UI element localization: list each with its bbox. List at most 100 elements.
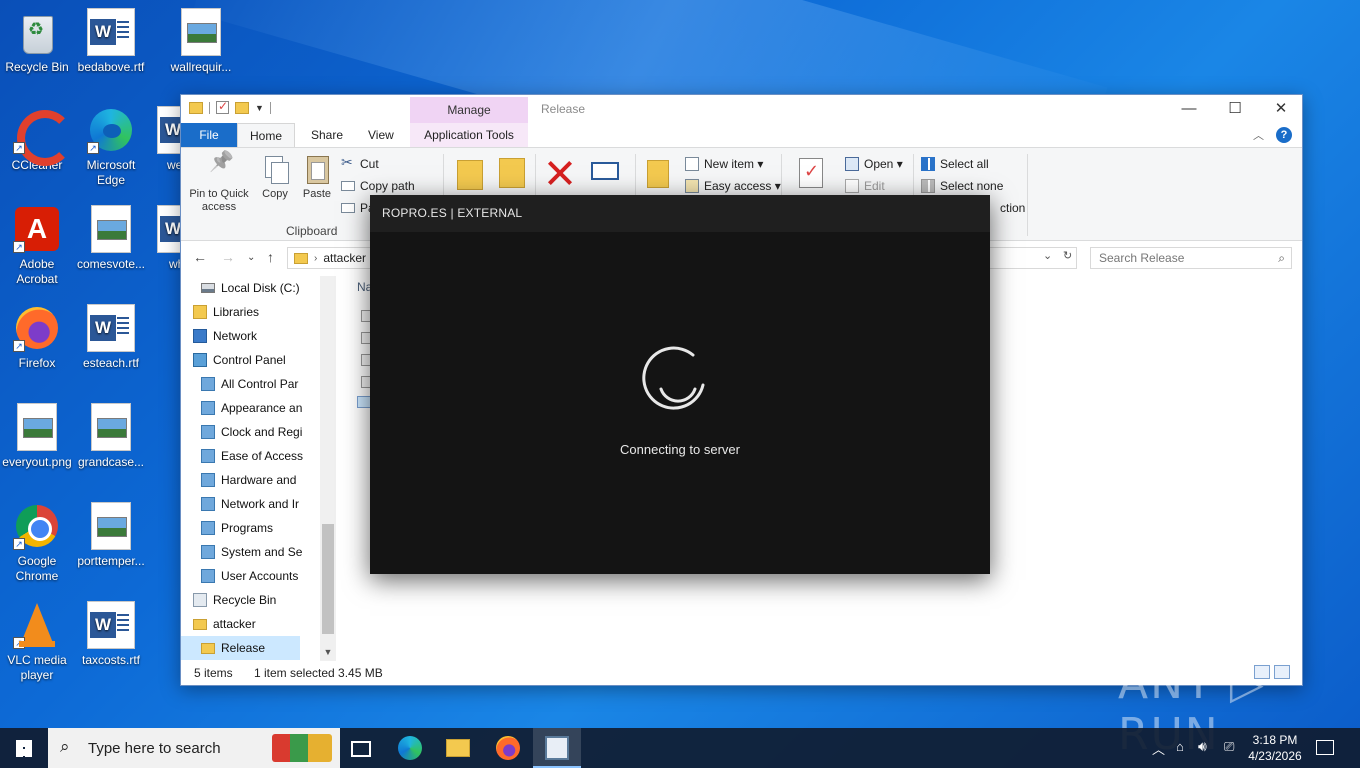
item-count: 5 items: [194, 666, 233, 680]
taskbar-firefox[interactable]: [484, 728, 532, 768]
desktop-icon[interactable]: taxcosts.rtf: [74, 601, 148, 668]
forward-arrow-icon[interactable]: →: [221, 249, 235, 265]
open-icon: [845, 157, 859, 171]
help-icon[interactable]: ?: [1276, 127, 1292, 143]
desktop-icon[interactable]: comesvote...: [74, 205, 148, 272]
navigation-pane[interactable]: Local Disk (C:) Libraries Network Control P…: [181, 276, 336, 661]
tab-application-tools[interactable]: Application Tools: [410, 123, 528, 147]
desktop-icon[interactable]: ↗ CCleaner: [0, 106, 74, 173]
cut-button[interactable]: Cut: [341, 154, 379, 174]
nav-item-label: attacker: [213, 617, 256, 631]
desktop-icon-label: taxcosts.rtf: [81, 653, 140, 667]
nav-item-label: Local Disk (C:): [221, 281, 300, 295]
nav-item[interactable]: User Accounts: [181, 564, 336, 588]
desktop-icon[interactable]: Recycle Bin: [0, 8, 74, 75]
copy-path-button[interactable]: Copy path: [341, 176, 415, 196]
new-folder-icon[interactable]: [235, 101, 249, 114]
taskbar-search-box[interactable]: ⌕ Type here to search: [48, 728, 340, 768]
desktop-icon[interactable]: everyout.png: [0, 403, 74, 470]
nav-item[interactable]: All Control Par: [181, 372, 336, 396]
tab-share[interactable]: Share: [299, 123, 355, 147]
recent-locations-icon[interactable]: ⌄: [247, 252, 255, 263]
tab-home[interactable]: Home: [237, 123, 296, 147]
nav-item[interactable]: Programs: [181, 516, 336, 540]
dialog-message: Connecting to server: [620, 442, 740, 457]
desktop-icon[interactable]: ↗ Google Chrome: [0, 502, 74, 584]
nav-item[interactable]: Network: [181, 324, 336, 348]
new-folder-icon[interactable]: [647, 160, 669, 188]
edge-icon: ↗: [87, 106, 135, 154]
image-file-icon: [17, 403, 57, 451]
tab-file[interactable]: File: [181, 123, 237, 147]
nav-scrollbar[interactable]: ▼: [320, 276, 336, 661]
nav-item[interactable]: Clock and Regi: [181, 420, 336, 444]
desktop-icon[interactable]: bedabove.rtf: [74, 8, 148, 75]
nav-item[interactable]: Libraries: [181, 300, 336, 324]
start-button[interactable]: [0, 728, 48, 768]
select-all-icon: [921, 157, 935, 171]
move-to-icon[interactable]: [457, 160, 483, 190]
properties-icon[interactable]: [799, 158, 823, 188]
refresh-icon[interactable]: ↻: [1063, 249, 1072, 262]
nav-item[interactable]: attacker: [181, 612, 336, 636]
nav-scrollbar-thumb[interactable]: [322, 524, 334, 634]
show-hidden-icons-icon[interactable]: ︿: [1152, 739, 1165, 768]
taskbar-active-app[interactable]: [533, 728, 581, 768]
network-icon[interactable]: ⎚: [1224, 739, 1234, 768]
collapse-ribbon-icon[interactable]: ︿: [1253, 127, 1264, 143]
edit-button[interactable]: Edit: [845, 176, 885, 196]
maximize-button[interactable]: ☐: [1212, 95, 1258, 123]
scroll-down-icon[interactable]: ▼: [320, 647, 336, 657]
rename-icon[interactable]: [591, 162, 619, 180]
delete-icon[interactable]: [545, 158, 575, 188]
select-all-button[interactable]: Select all: [921, 154, 989, 174]
desktop-icon[interactable]: ↗ Microsoft Edge: [74, 106, 148, 188]
pin-quick-access-button[interactable]: Pin to Quick access: [187, 154, 251, 214]
taskbar-search-placeholder: Type here to search: [88, 740, 221, 757]
system-clock[interactable]: 3:18 PM 4/23/2026: [1246, 732, 1304, 764]
desktop-icon[interactable]: esteach.rtf: [74, 304, 148, 371]
desktop-icon[interactable]: ↗ VLC media player: [0, 601, 74, 683]
title-bar[interactable]: ▼ Manage Release — ☐ ✕: [181, 95, 1302, 123]
properties-icon[interactable]: [216, 99, 229, 114]
copy-button[interactable]: Copy: [257, 154, 293, 201]
new-item-button[interactable]: New item ▾: [685, 154, 763, 174]
nav-item[interactable]: Recycle Bin: [181, 588, 336, 612]
copy-to-icon[interactable]: [499, 158, 525, 188]
chevron-right-icon: ›: [314, 252, 318, 264]
task-view-button[interactable]: [336, 728, 384, 768]
taskbar-file-explorer[interactable]: [434, 728, 482, 768]
desktop-icon[interactable]: wallrequir...: [164, 8, 238, 75]
desktop-icon[interactable]: ↗ Adobe Acrobat: [0, 205, 74, 287]
taskbar-edge[interactable]: [386, 728, 434, 768]
paste-button[interactable]: Paste: [299, 154, 335, 201]
back-arrow-icon[interactable]: ←: [193, 249, 207, 265]
nav-item[interactable]: System and Se: [181, 540, 336, 564]
tab-view[interactable]: View: [356, 123, 406, 147]
open-button[interactable]: Open ▾: [845, 154, 903, 174]
easy-access-button[interactable]: Easy access ▾: [685, 176, 781, 196]
invert-selection-label: ction: [1000, 201, 1026, 215]
nav-item[interactable]: Network and Ir: [181, 492, 336, 516]
customize-toolbar-icon[interactable]: ▼: [255, 103, 264, 113]
close-button[interactable]: ✕: [1258, 95, 1304, 123]
nav-item[interactable]: Control Panel: [181, 348, 336, 372]
minimize-button[interactable]: —: [1166, 95, 1212, 123]
desktop-icon[interactable]: ↗ Firefox: [0, 304, 74, 371]
breadcrumb-attacker[interactable]: attacker: [323, 251, 366, 265]
desktop-icon[interactable]: grandcase...: [74, 403, 148, 470]
nav-item[interactable]: Local Disk (C:): [181, 276, 336, 300]
select-none-button[interactable]: Select none: [921, 176, 1003, 196]
nav-item[interactable]: Ease of Access: [181, 444, 336, 468]
nav-item[interactable]: Release: [181, 636, 300, 660]
nav-item[interactable]: Appearance an: [181, 396, 336, 420]
volume-icon[interactable]: 🔊︎: [1198, 738, 1207, 768]
notifications-icon[interactable]: [1316, 740, 1334, 755]
search-input[interactable]: Search Release ⌕: [1090, 247, 1292, 269]
nav-item[interactable]: Hardware and: [181, 468, 336, 492]
address-dropdown-icon[interactable]: ⌄: [1043, 249, 1052, 262]
meet-now-icon[interactable]: ⌂: [1176, 739, 1184, 768]
desktop-icon[interactable]: porttemper...: [74, 502, 148, 569]
up-arrow-icon[interactable]: ↑: [267, 249, 274, 265]
tab-manage[interactable]: Manage: [410, 97, 528, 123]
